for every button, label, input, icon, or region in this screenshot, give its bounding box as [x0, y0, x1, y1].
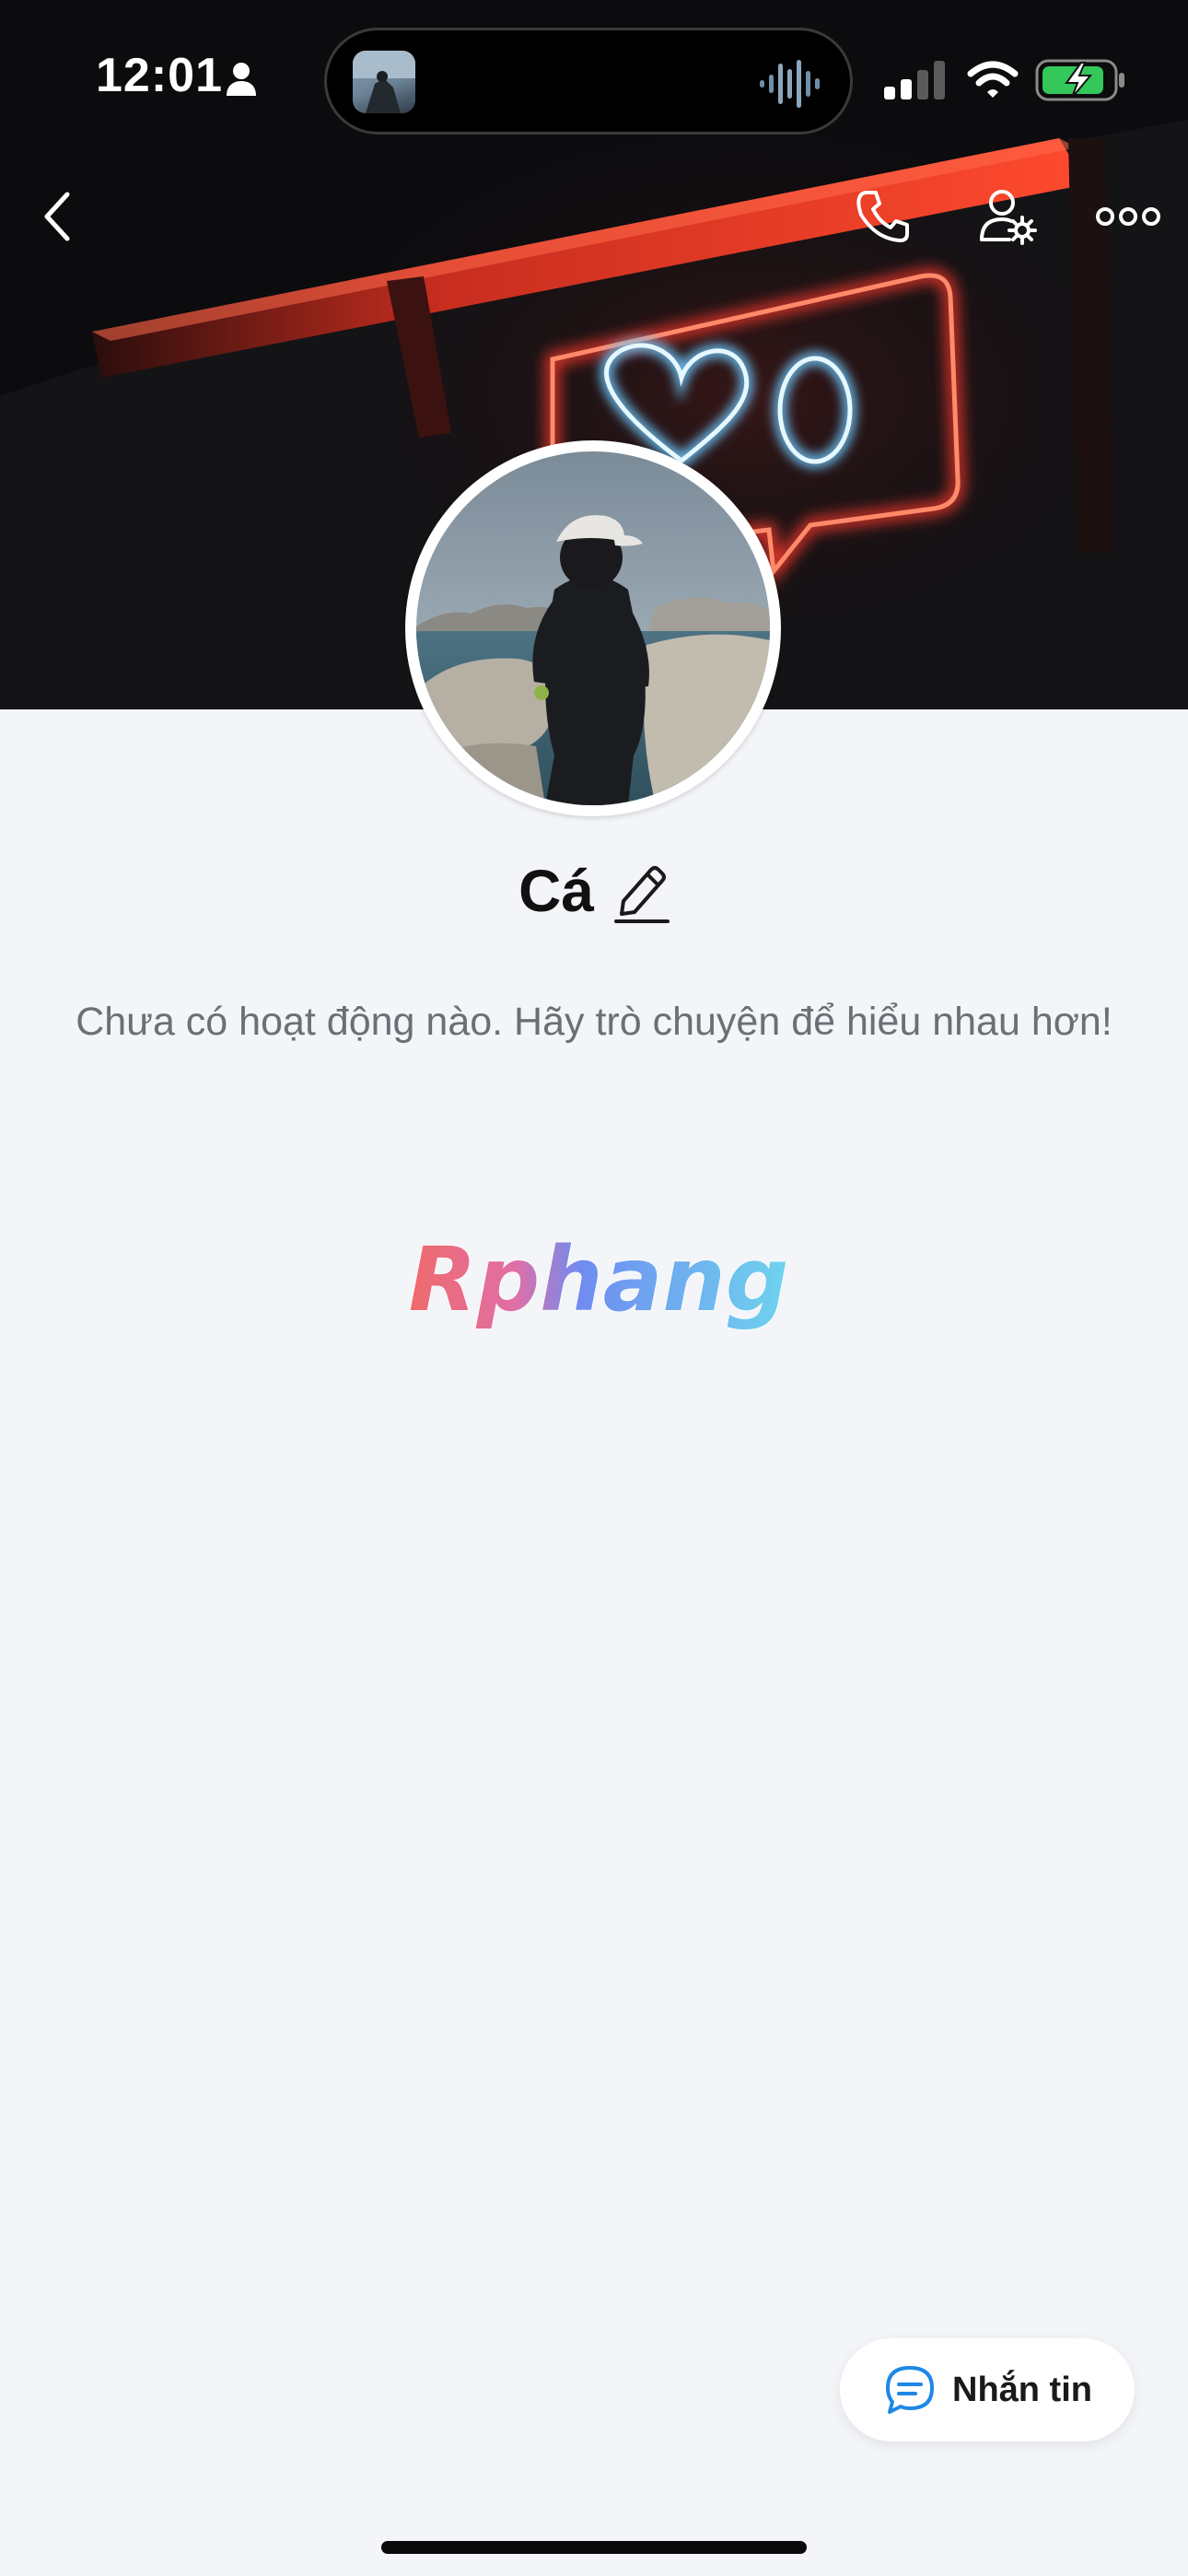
now-playing-thumbnail — [353, 51, 415, 113]
chevron-left-icon — [44, 192, 70, 241]
send-message-button[interactable]: Nhắn tin — [840, 2338, 1135, 2441]
status-bar: 12:01 — [0, 0, 1188, 166]
ellipsis-icon — [1096, 207, 1160, 226]
avatar[interactable] — [405, 440, 781, 816]
pencil-icon — [613, 866, 670, 923]
battery-charging-icon — [1035, 59, 1124, 101]
user-settings-button[interactable] — [967, 175, 1050, 258]
watermark-logo: Rphang — [408, 1227, 789, 1332]
more-options-button[interactable] — [1087, 175, 1170, 258]
profile-name-row: Cá — [0, 857, 1188, 925]
chat-bubble-icon — [886, 2366, 934, 2414]
wifi-icon — [967, 61, 1019, 98]
call-button[interactable] — [842, 175, 925, 258]
edit-name-button[interactable] — [613, 859, 670, 923]
person-icon — [227, 63, 256, 96]
status-time: 12:01 — [96, 49, 223, 102]
avatar-photo — [416, 451, 770, 805]
dynamic-island[interactable] — [324, 28, 853, 135]
cellular-signal-icon — [884, 61, 945, 100]
audio-waveform-icon — [760, 60, 820, 108]
empty-activity-message: Chưa có hoạt động nào. Hãy trò chuyện để… — [76, 1000, 1112, 1044]
watermark-text: Rphang — [409, 1228, 789, 1331]
user-gear-icon — [980, 190, 1037, 245]
home-indicator[interactable] — [381, 2541, 807, 2554]
send-message-label: Nhắn tin — [952, 2370, 1092, 2409]
profile-name: Cá — [518, 858, 594, 924]
back-button[interactable] — [17, 175, 99, 258]
phone-icon — [856, 191, 909, 242]
